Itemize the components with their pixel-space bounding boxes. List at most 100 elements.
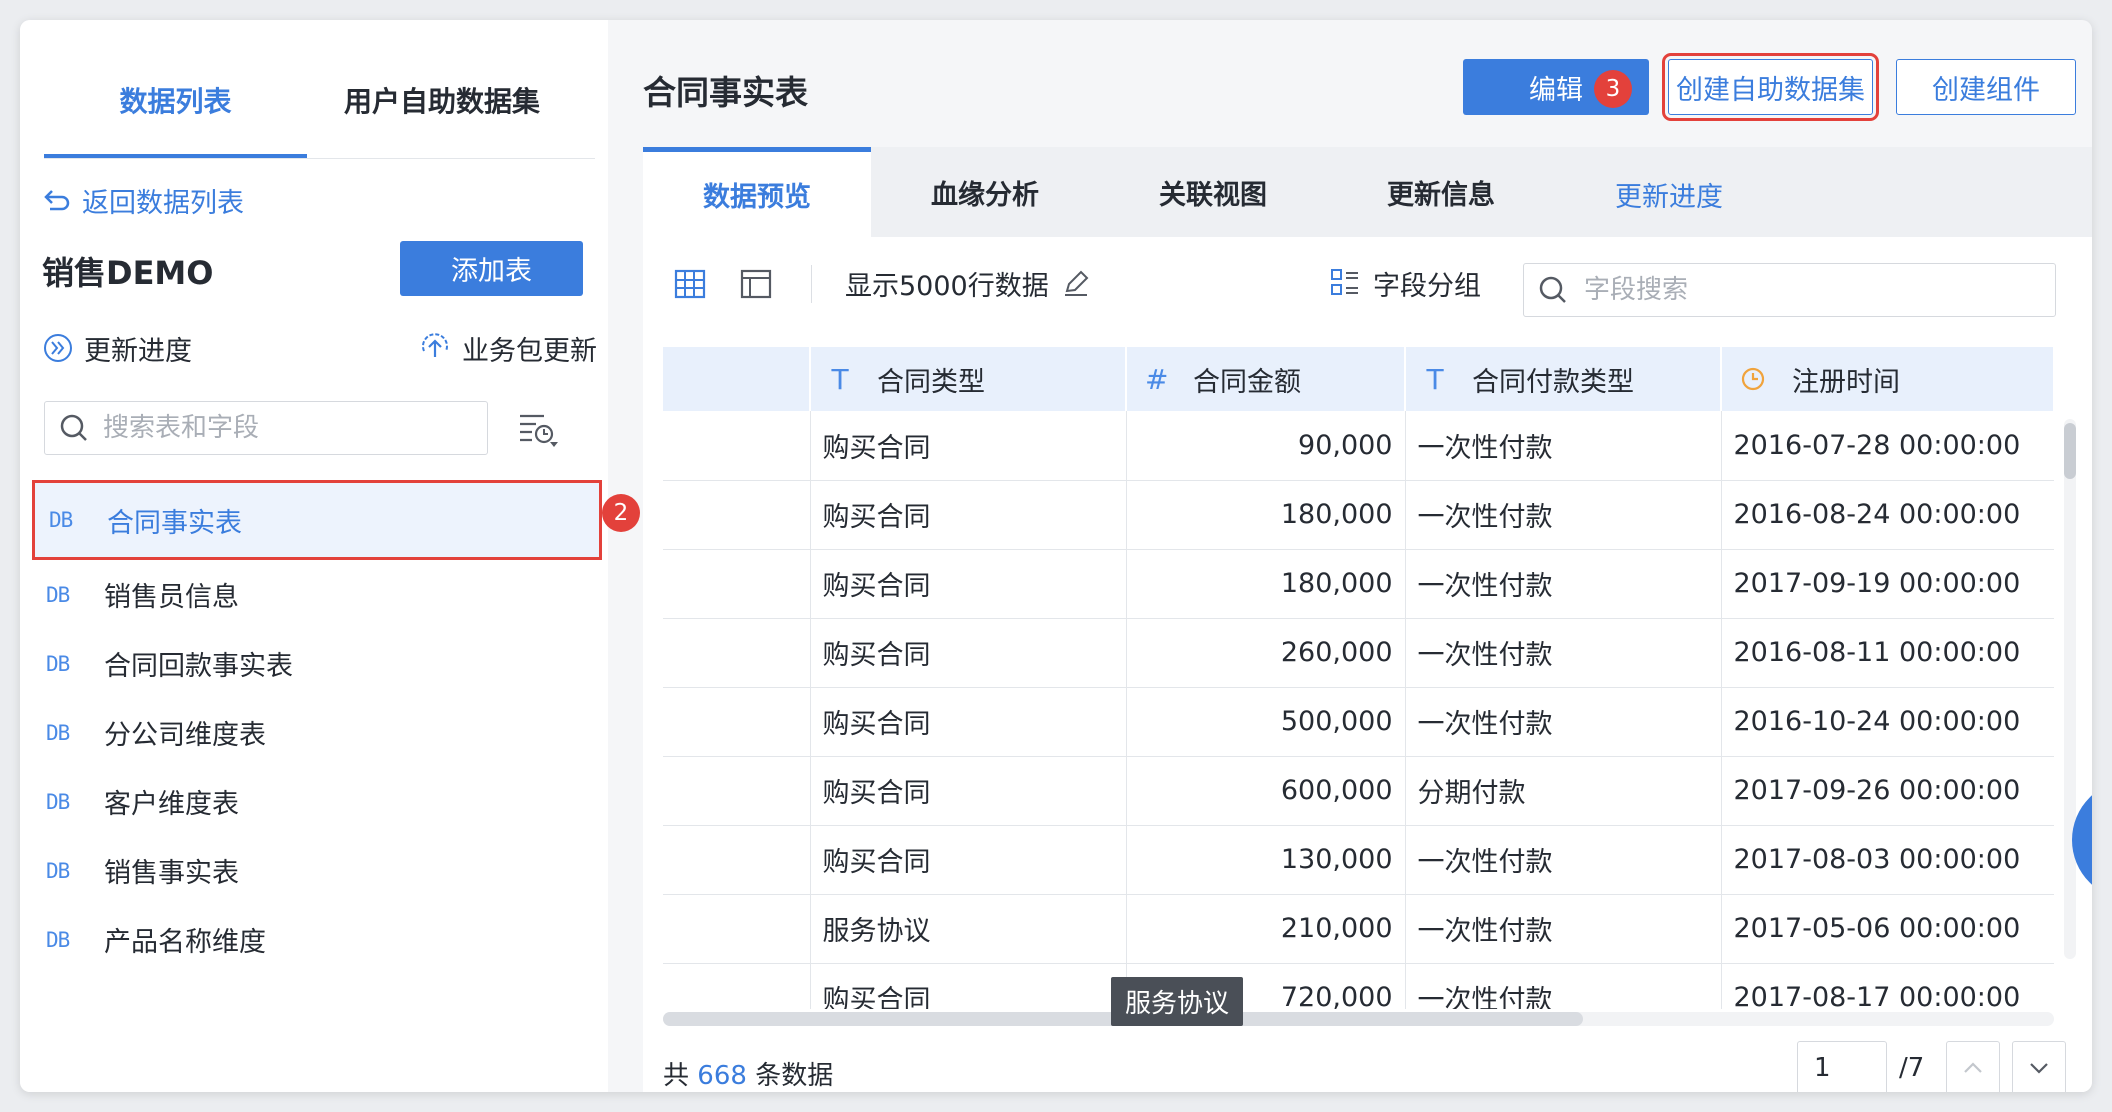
row-index-cell [663, 894, 811, 964]
table-cell[interactable]: 购买合同 [810, 549, 1127, 619]
table-cell[interactable]: 2017-05-06 00:00:00 [1721, 894, 2054, 964]
table-row[interactable]: 购买合同 130,000 一次性付款 2017-08-03 00:00:00 [663, 825, 2054, 895]
search-icon [1539, 276, 1566, 303]
pagination: /7 [1797, 1040, 2067, 1092]
table-cell[interactable]: 2017-09-19 00:00:00 [1721, 549, 2054, 619]
create-component-button[interactable]: 创建组件 [1896, 59, 2076, 115]
back-to-list-link[interactable]: 返回数据列表 [42, 178, 244, 222]
add-table-button[interactable]: 添加表 [400, 241, 583, 296]
table-cell[interactable]: 180,000 [1126, 549, 1406, 619]
page-number-input[interactable] [1797, 1041, 1887, 1092]
table-cell[interactable]: 2017-09-26 00:00:00 [1721, 756, 2054, 826]
tab-update-info[interactable]: 更新信息 [1327, 147, 1555, 237]
table-item-sales-fact[interactable]: DB 销售事实表 [32, 836, 602, 905]
grid-view-button[interactable] [673, 267, 707, 301]
table-item-customer-dim[interactable]: DB 客户维度表 [32, 767, 602, 836]
package-update-button[interactable]: 业务包更新 [418, 324, 597, 372]
rows-setting[interactable]: 显示5000行数据 [845, 263, 1091, 303]
layout-view-button[interactable] [739, 267, 773, 301]
tab-lineage[interactable]: 血缘分析 [871, 147, 1099, 237]
table-cell[interactable]: 2016-08-11 00:00:00 [1721, 618, 2054, 688]
filter-button[interactable] [514, 408, 564, 452]
table-item-label: 合同事实表 [107, 507, 242, 539]
table-cell[interactable]: 2016-08-24 00:00:00 [1721, 480, 2054, 550]
column-header[interactable]: 注册时间 [1721, 347, 2054, 411]
table-cell[interactable]: 一次性付款 [1405, 825, 1722, 895]
field-search-input[interactable] [1582, 274, 2016, 306]
vertical-scroll-thumb[interactable] [2064, 423, 2076, 479]
table-item-product-dim[interactable]: DB 产品名称维度 [32, 905, 602, 974]
table-row[interactable]: 购买合同 180,000 一次性付款 2017-09-19 00:00:00 [663, 549, 2054, 619]
tab-relation-view[interactable]: 关联视图 [1099, 147, 1327, 237]
horizontal-scrollbar[interactable] [663, 1012, 2054, 1026]
text-type-icon: T [1426, 362, 1444, 396]
table-cell[interactable]: 一次性付款 [1405, 480, 1722, 550]
field-group-button[interactable]: 字段分组 [1329, 263, 1481, 303]
table-row[interactable]: 购买合同 180,000 一次性付款 2016-08-24 00:00:00 [663, 480, 2054, 550]
app-window: 数据列表 用户自助数据集 返回数据列表 销售DEMO 添加表 更新进度 业务包更… [20, 20, 2092, 1092]
table-row[interactable]: 服务协议 210,000 一次性付款 2017-05-06 00:00:00 [663, 894, 2054, 964]
update-progress-button[interactable]: 更新进度 [42, 324, 192, 372]
table-cell[interactable]: 分期付款 [1405, 756, 1722, 826]
table-cell[interactable]: 购买合同 [810, 756, 1127, 826]
table-cell[interactable]: 一次性付款 [1405, 549, 1722, 619]
record-count-suffix: 条数据 [755, 1061, 834, 1091]
pencil-icon [1064, 270, 1089, 296]
table-item-label: 销售员信息 [104, 582, 239, 613]
table-cell[interactable]: 500,000 [1126, 687, 1406, 757]
table-cell[interactable]: 购买合同 [810, 480, 1127, 550]
table-row[interactable]: 购买合同 260,000 一次性付款 2016-08-11 00:00:00 [663, 618, 2054, 688]
table-search-box [44, 401, 488, 455]
table-cell[interactable]: 600,000 [1126, 756, 1406, 826]
table-cell[interactable]: 一次性付款 [1405, 963, 1722, 1009]
table-cell[interactable]: 180,000 [1126, 480, 1406, 550]
table-cell[interactable]: 购买合同 [810, 411, 1127, 481]
layout-icon [740, 269, 772, 299]
vertical-scrollbar[interactable] [2064, 419, 2076, 959]
table-cell[interactable]: 服务协议 [810, 894, 1127, 964]
preview-toolbar: 显示5000行数据 字段分组 [643, 237, 2092, 327]
table-cell[interactable]: 130,000 [1126, 825, 1406, 895]
table-row[interactable]: 购买合同 720,000 一次性付款 2017-08-17 00:00:00 [663, 963, 2054, 1009]
table-search-input[interactable] [101, 412, 465, 444]
table-cell[interactable]: 一次性付款 [1405, 687, 1722, 757]
table-cell[interactable]: 2016-07-28 00:00:00 [1721, 411, 2054, 481]
tab-user-dataset[interactable]: 用户自助数据集 [307, 82, 577, 158]
table-cell[interactable]: 购买合同 [810, 825, 1127, 895]
table-cell[interactable]: 购买合同 [810, 618, 1127, 688]
table-item-payment-fact[interactable]: DB 合同回款事实表 [32, 629, 602, 698]
column-header[interactable]: T 合同付款类型 [1405, 347, 1722, 411]
table-item-branch-dim[interactable]: DB 分公司维度表 [32, 698, 602, 767]
table-row[interactable]: 购买合同 500,000 一次性付款 2016-10-24 00:00:00 [663, 687, 2054, 757]
table-item-contract-fact[interactable]: DB 合同事实表 [32, 480, 602, 560]
table-item-label: 合同回款事实表 [104, 651, 293, 682]
rows-info-label: 显示5000行数据 [845, 270, 1049, 302]
table-cell[interactable]: 260,000 [1126, 618, 1406, 688]
table-cell[interactable]: 90,000 [1126, 411, 1406, 481]
tab-data-list[interactable]: 数据列表 [44, 82, 307, 158]
table-cell[interactable]: 一次性付款 [1405, 894, 1722, 964]
tab-update-progress[interactable]: 更新进度 [1555, 147, 1783, 237]
column-header[interactable]: # 合同金额 [1126, 347, 1406, 411]
table-row[interactable]: 购买合同 600,000 分期付款 2017-09-26 00:00:00 [663, 756, 2054, 826]
table-cell[interactable]: 购买合同 [810, 687, 1127, 757]
create-dataset-button[interactable]: 创建自助数据集 [1662, 53, 1879, 121]
table-cell[interactable]: 2016-10-24 00:00:00 [1721, 687, 2054, 757]
next-page-button[interactable] [2012, 1041, 2067, 1092]
table-cell[interactable]: 购买合同 [810, 963, 1127, 1009]
table-cell[interactable]: 210,000 [1126, 894, 1406, 964]
sidebar-tabs: 数据列表 用户自助数据集 [44, 60, 595, 159]
table-row[interactable]: 购买合同 90,000 一次性付款 2016-07-28 00:00:00 [663, 411, 2054, 481]
column-header[interactable]: T 合同类型 [810, 347, 1127, 411]
upload-circle-icon [422, 333, 448, 357]
page-total: /7 [1899, 1053, 1925, 1083]
table-cell[interactable]: 2017-08-03 00:00:00 [1721, 825, 2054, 895]
row-index-header [663, 347, 811, 411]
table-cell[interactable]: 一次性付款 [1405, 618, 1722, 688]
table-cell[interactable]: 2017-08-17 00:00:00 [1721, 963, 2054, 1009]
prev-page-button[interactable] [1946, 1041, 2001, 1092]
table-item-salesperson[interactable]: DB 销售员信息 [32, 560, 602, 629]
tab-data-preview[interactable]: 数据预览 [643, 147, 871, 237]
step-marker-2: 2 [602, 494, 640, 532]
table-cell[interactable]: 一次性付款 [1405, 411, 1722, 481]
